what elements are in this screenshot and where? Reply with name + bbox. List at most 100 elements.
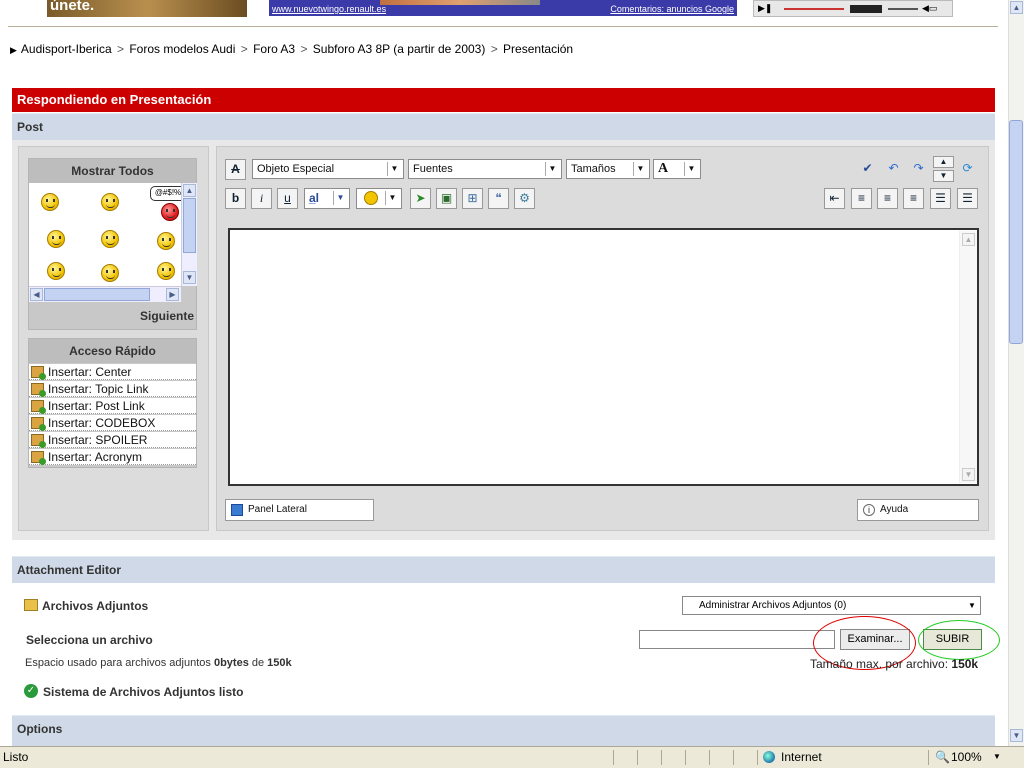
insert-link-icon[interactable]: ➤ [410,188,431,209]
options-bar[interactable]: Options [12,715,995,742]
quick-insert-codebox[interactable]: Insertar: CODEBOX [29,415,196,431]
resize-down-icon[interactable]: ▼ [933,170,954,182]
scroll-up-icon[interactable]: ▲ [183,184,196,197]
player-volume-slider[interactable] [888,8,918,10]
quick-insert-post-link[interactable]: Insertar: Post Link [29,398,196,414]
attachment-editor-bar: Attachment Editor [12,556,995,583]
post-textarea[interactable] [228,228,979,486]
zoom-icon[interactable]: 🔍 [935,747,950,767]
insert-icon [31,383,46,397]
align-center-icon[interactable]: ≡ [877,188,898,209]
help-button[interactable]: i Ayuda [857,499,979,521]
speaker-icon[interactable]: ◀▭ [922,3,937,14]
outdent-icon[interactable]: ⇤ [824,188,845,209]
font-select[interactable]: Fuentes ▼ [408,159,562,179]
quick-insert-topic-link[interactable]: Insertar: Topic Link [29,381,196,397]
chevron-down-icon[interactable]: ▼ [993,747,1001,767]
browser-status-bar: Listo Internet 🔍 100% ▼ [0,746,1024,768]
chevron-down-icon: ▼ [387,162,401,176]
status-text: Listo [3,750,29,764]
breadcrumb-link-home[interactable]: Audisport-Iberica [21,42,112,56]
info-icon: i [863,504,875,516]
emoticon-select[interactable]: ▼ [356,188,402,209]
textarea-scrollbar[interactable]: ▲ ▼ [959,231,977,483]
smilies-vertical-scrollbar[interactable]: ▲ ▼ [181,183,197,286]
resize-up-icon[interactable]: ▲ [933,156,954,168]
next-smilies-link[interactable]: Siguiente [140,309,194,323]
size-select[interactable]: Tamaños ▼ [566,159,650,179]
spellcheck-icon[interactable]: ✔ [857,159,878,180]
panel-icon [231,504,243,516]
manage-attachments-select[interactable]: Administrar Archivos Adjuntos (0) ▼ [682,596,981,615]
insert-media-icon[interactable]: ⊞ [462,188,483,209]
scroll-up-icon[interactable]: ▲ [962,233,975,246]
chevron-down-icon: ▼ [333,191,347,205]
smiley-icon[interactable] [157,232,175,250]
quick-insert-acronym[interactable]: Insertar: Acronym [29,449,196,465]
align-left-icon[interactable]: ≡ [851,188,872,209]
scroll-thumb[interactable] [183,198,196,253]
quick-access-title: Acceso Rápido [29,339,196,363]
scroll-down-icon[interactable]: ▼ [183,271,196,284]
chevron-down-icon: ▼ [385,191,399,205]
ad-feedback-link[interactable]: Comentarios: anuncios Google [610,4,734,14]
redo-icon[interactable]: ↷ [908,159,929,180]
remove-format-icon[interactable]: A [225,159,246,180]
insert-image-icon[interactable]: ▣ [436,188,457,209]
insert-icon [31,366,46,380]
file-path-input[interactable] [639,630,835,649]
show-all-smilies-link[interactable]: Mostrar Todos [29,159,196,183]
ad-url-link[interactable]: www.nuevotwingo.renault.es [272,4,386,14]
side-panel-button[interactable]: Panel Lateral [225,499,374,521]
italic-button[interactable]: i [251,188,272,209]
ordered-list-icon[interactable]: ☰ [930,188,951,209]
media-player[interactable]: ▶❚ ◀▭ [753,0,953,17]
insert-code-icon[interactable]: ⚙ [514,188,535,209]
align-right-icon[interactable]: ≡ [903,188,924,209]
page-scrollbar[interactable]: ▲ ▼ [1008,0,1024,746]
underline-button[interactable]: u [277,188,298,209]
smilies-grid: @#$!% [29,183,186,286]
scroll-thumb[interactable] [44,288,150,301]
smiley-icon[interactable] [47,262,65,280]
select-file-label: Selecciona un archivo [26,633,153,647]
play-icon[interactable]: ▶❚ [758,3,772,14]
smiley-icon[interactable] [101,193,119,211]
scroll-right-icon[interactable]: ▶ [166,288,179,301]
smiley-icon[interactable] [157,262,175,280]
page-scroll-thumb[interactable] [1009,120,1023,344]
undo-icon[interactable]: ↶ [883,159,904,180]
scroll-down-icon[interactable]: ▼ [1010,729,1023,742]
smiley-icon[interactable] [41,193,59,211]
banner-ad-left[interactable]: únete. [47,0,247,17]
quick-insert-spoiler[interactable]: Insertar: SPOILER [29,432,196,448]
scroll-down-icon[interactable]: ▼ [962,468,975,481]
breadcrumb-current[interactable]: Presentación [503,42,573,56]
smiley-icon[interactable] [101,230,119,248]
smiley-icon[interactable] [47,230,65,248]
player-time-display [850,5,882,13]
quick-insert-center[interactable]: Insertar: Center [29,364,196,380]
zoom-level[interactable]: 100% [951,747,982,767]
breadcrumb-link-a3[interactable]: Foro A3 [253,42,295,56]
attachment-system-status: Sistema de Archivos Adjuntos listo [43,685,244,699]
text-style-select[interactable]: a̲l ▼ [304,188,350,209]
unordered-list-icon[interactable]: ☰ [957,188,978,209]
player-progress[interactable] [784,8,844,10]
angry-smiley-icon[interactable] [161,203,179,221]
smiley-icon [364,191,378,206]
smilies-horizontal-scrollbar[interactable]: ◀ ▶ [29,286,181,302]
refresh-icon[interactable]: ⟳ [957,159,978,180]
special-object-select[interactable]: Objeto Especial ▼ [252,159,404,179]
scroll-left-icon[interactable]: ◀ [30,288,43,301]
breadcrumb-link-subforum[interactable]: Subforo A3 8P (a partir de 2003) [313,42,486,56]
check-icon: ✓ [24,684,38,698]
ad-photo [380,0,540,5]
insert-icon [31,434,46,448]
confused-smiley-icon[interactable] [101,264,119,282]
scroll-up-icon[interactable]: ▲ [1010,1,1023,14]
bold-button[interactable]: b [225,188,246,209]
insert-quote-icon[interactable]: ❝ [488,188,509,209]
breadcrumb-link-forums[interactable]: Foros modelos Audi [129,42,235,56]
font-color-select[interactable]: A ▼ [653,159,701,179]
